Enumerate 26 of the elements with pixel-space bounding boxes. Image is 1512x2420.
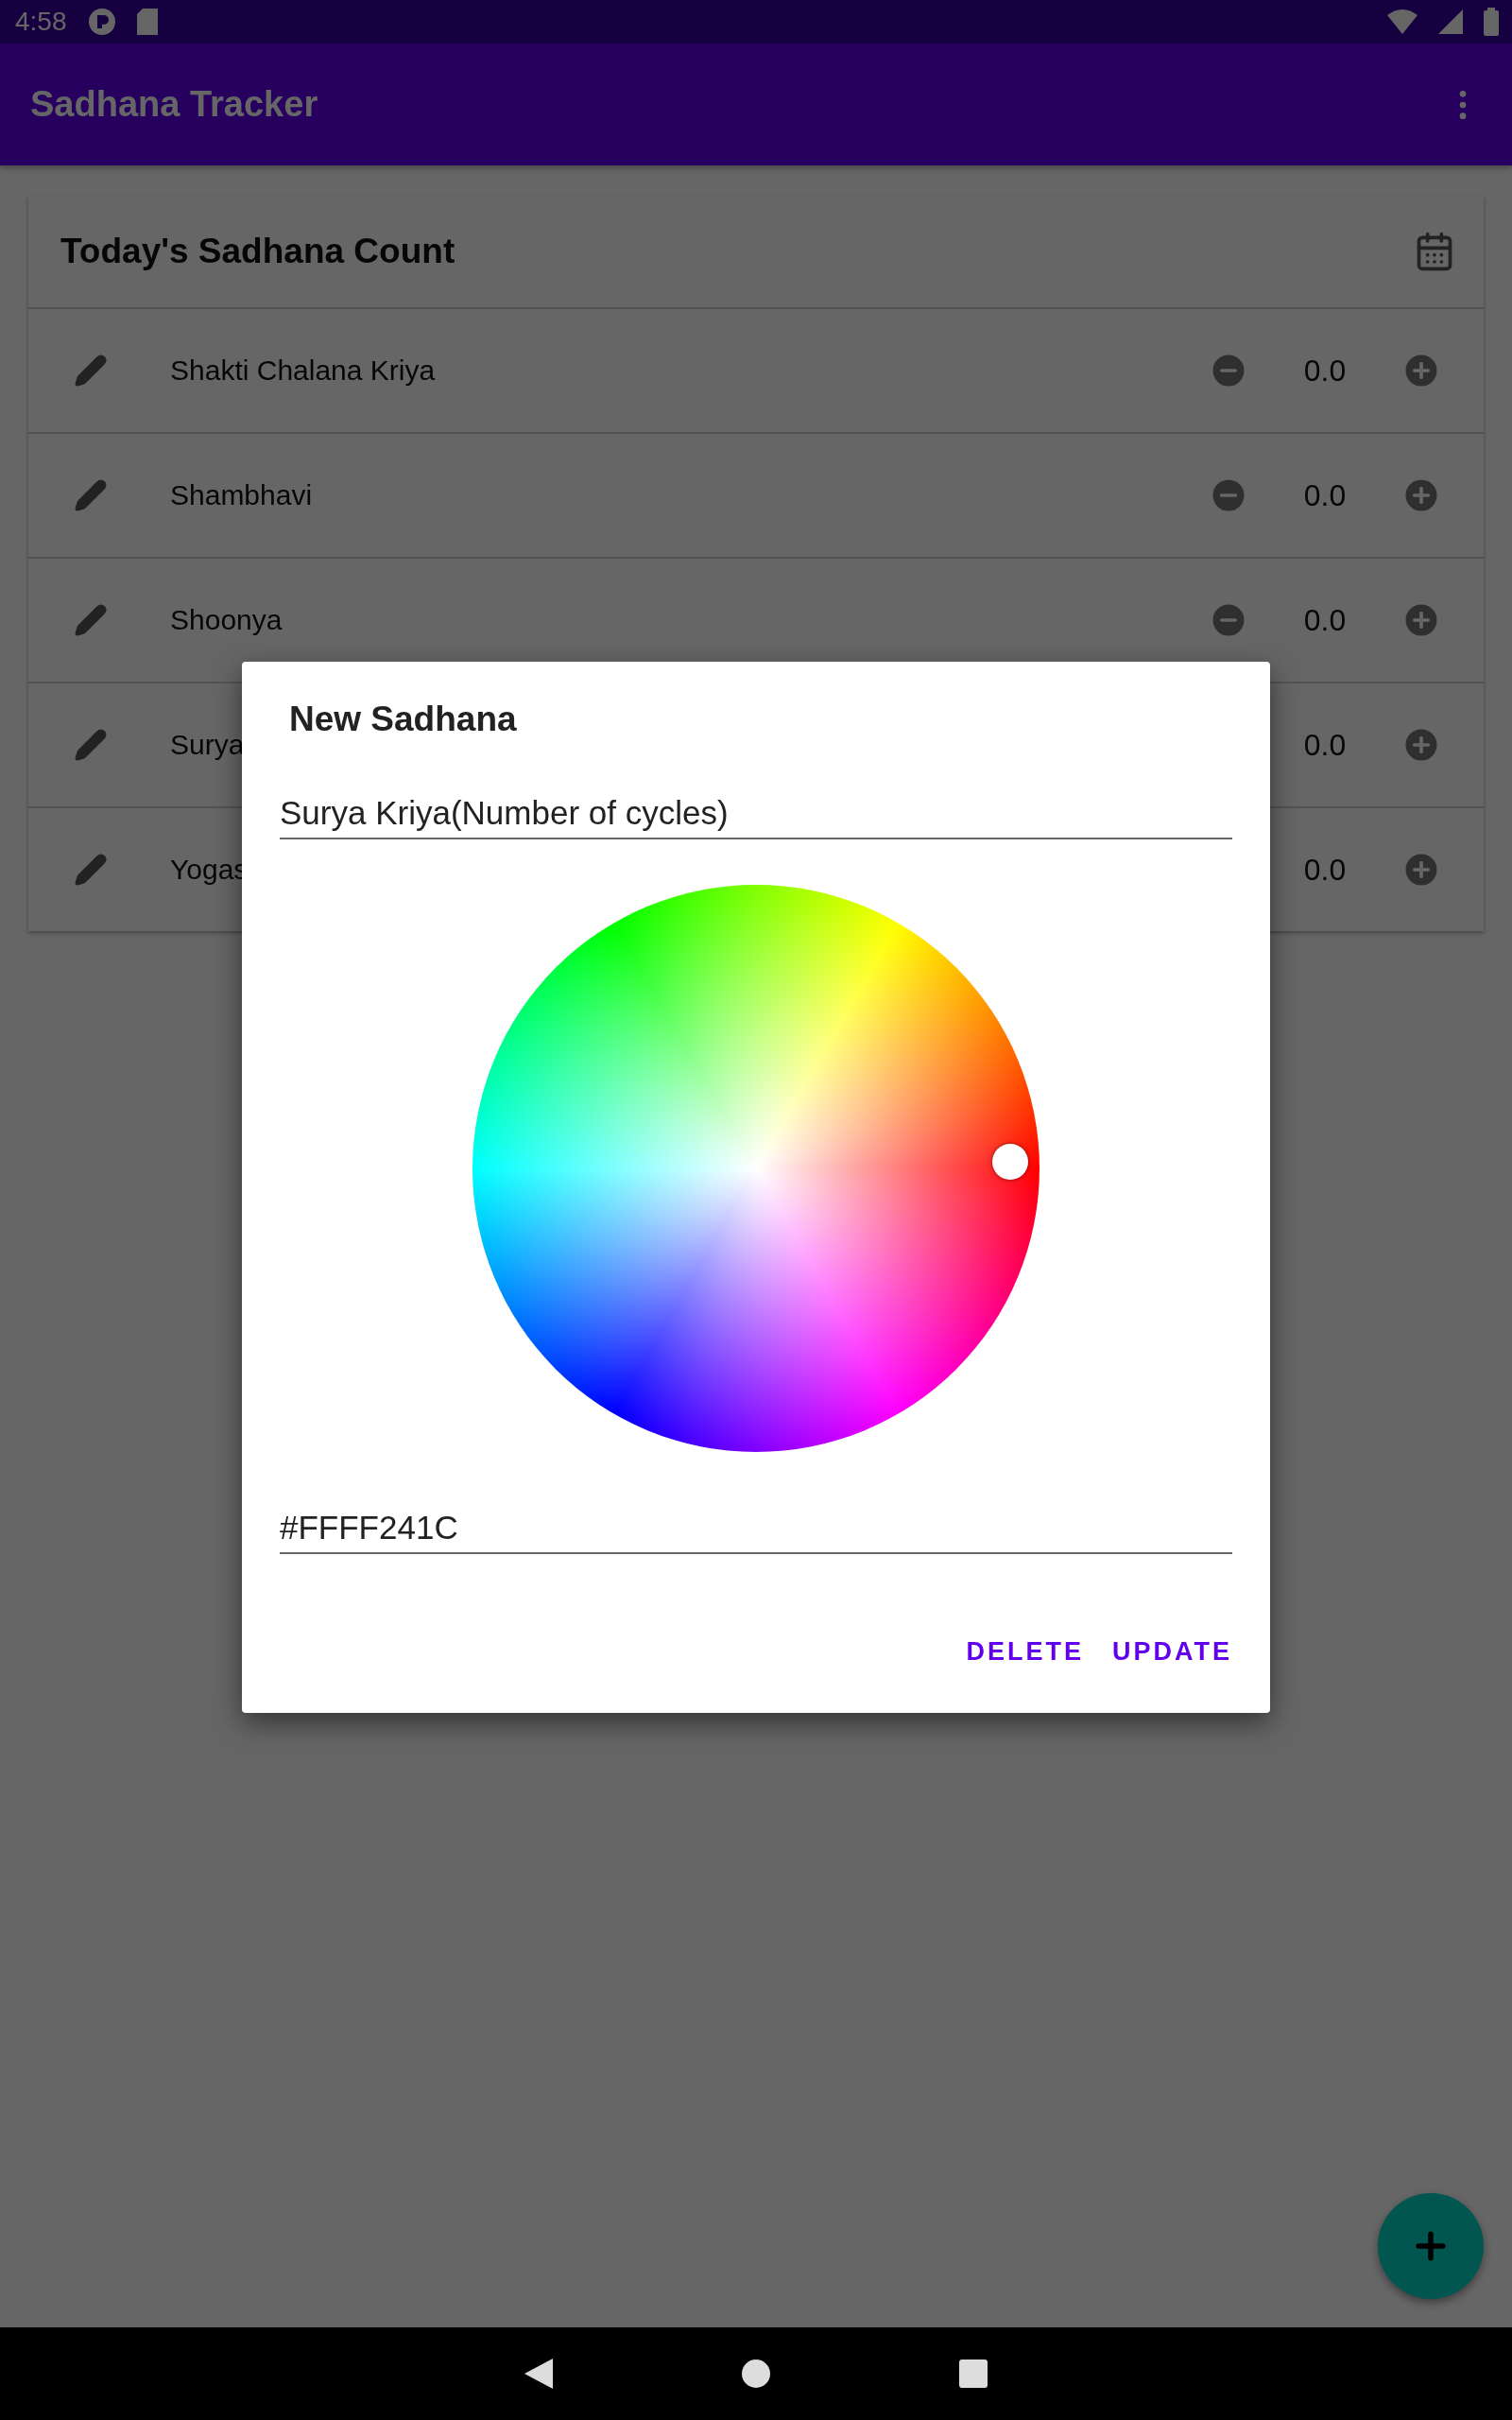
hex-color-input-field[interactable]: #FFFF241C (280, 1509, 1232, 1554)
sadhana-count: 0.0 (1302, 602, 1348, 638)
app-title: Sadhana Tracker (30, 84, 319, 125)
color-thumb-handle[interactable] (992, 1144, 1028, 1180)
home-icon[interactable] (742, 2360, 770, 2388)
back-icon[interactable] (524, 2359, 553, 2389)
card-title: Today's Sadhana Count (60, 232, 456, 271)
dialog-button[interactable]: DELETE (966, 1630, 1084, 1674)
sadhana-count: 0.0 (1302, 353, 1348, 389)
sadhana-name: Shakti Chalana Kriya (170, 354, 437, 387)
sadhana-name: Shambhavi (170, 479, 314, 511)
sadhana-count: 0.0 (1302, 852, 1348, 888)
notification-app-icon (87, 8, 116, 36)
dialog-title: New Sadhana (289, 700, 518, 739)
battery-icon (1484, 8, 1499, 36)
name-input-field[interactable]: Surya Kriya(Number of cycles) (280, 794, 1232, 839)
sd-card-icon (136, 9, 158, 35)
sadhana-count: 0.0 (1302, 727, 1348, 763)
wifi-icon (1387, 9, 1418, 34)
signal-icon (1438, 9, 1463, 34)
dialog-button[interactable]: UPDATE (1112, 1630, 1232, 1674)
sadhana-name: Surya (170, 729, 246, 761)
add-button[interactable] (1378, 2193, 1484, 2299)
status-time: 4:58 (15, 7, 67, 37)
sadhana-name: Shoonya (170, 604, 284, 636)
sadhana-count: 0.0 (1302, 477, 1348, 513)
